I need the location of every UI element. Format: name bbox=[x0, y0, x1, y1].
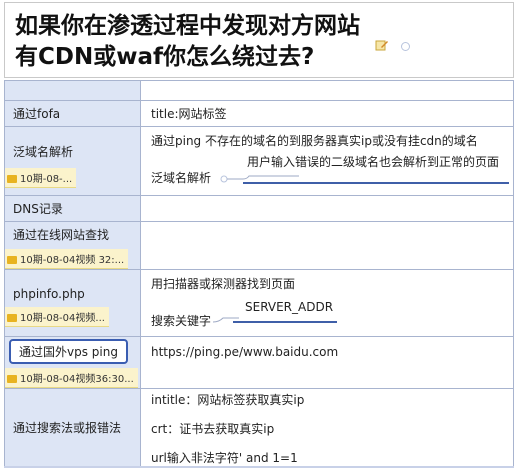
branch-connector bbox=[220, 175, 509, 184]
page-title: 如果你在渗透过程中发现对方网站 有CDN或waf你怎么绕过去? bbox=[15, 11, 360, 73]
table-row: 通过国外vps ping 10期-08-04视频36:30... https:/… bbox=[4, 336, 514, 389]
node-text[interactable]: 泛域名解析 bbox=[151, 169, 211, 186]
node-label[interactable]: 通过在线网站查找 bbox=[5, 226, 140, 243]
node-text[interactable]: intitle：网站标签获取真实ip bbox=[141, 391, 513, 408]
table-cell: https://ping.pe/www.baidu.com bbox=[140, 336, 514, 389]
bottom-divider bbox=[4, 466, 514, 468]
node-label[interactable]: phpinfo.php bbox=[5, 287, 140, 301]
node-text[interactable]: https://ping.pe/www.baidu.com bbox=[141, 345, 513, 359]
note-icon bbox=[7, 174, 17, 183]
note-text: 10期-08-04视频36:30... bbox=[20, 374, 134, 385]
table-cell: intitle：网站标签获取真实ip crt：证书去获取真实ip url输入非法… bbox=[140, 388, 514, 467]
node-label[interactable]: 通过搜索法或报错法 bbox=[5, 419, 140, 436]
node-text[interactable]: crt：证书去获取真实ip bbox=[141, 420, 513, 437]
note-icon bbox=[7, 256, 17, 264]
node-text[interactable]: 通过ping 不存在的域名的到服务器真实ip或没有挂cdn的域名 bbox=[141, 132, 478, 149]
node-label[interactable]: 通过国外vps ping bbox=[19, 345, 118, 359]
note-icon bbox=[7, 375, 17, 383]
table-cell bbox=[140, 195, 514, 222]
mindmap-table: 通过fofa title:网站标签 泛域名解析 10期-08-... 通过pin… bbox=[4, 80, 514, 467]
note-chip[interactable]: 10期-08-04视频36:30... bbox=[5, 368, 138, 388]
node-label[interactable]: 泛域名解析 bbox=[5, 143, 140, 160]
table-cell[interactable]: 泛域名解析 10期-08-... bbox=[4, 126, 141, 196]
node-text[interactable]: 用户输入错误的二级域名也会解析到正常的页面 bbox=[247, 153, 499, 170]
table-cell bbox=[4, 80, 141, 101]
title-line-1: 如果你在渗透过程中发现对方网站 bbox=[15, 13, 360, 39]
table-row: phpinfo.php 10期-08-04视频... 用扫描器或探测器找到页面 … bbox=[4, 269, 514, 337]
note-chip[interactable]: 10期-08-04视频 32:... bbox=[5, 249, 129, 269]
table-row: DNS记录 bbox=[4, 195, 514, 222]
table-cell[interactable]: DNS记录 bbox=[4, 195, 141, 222]
pencil-icon[interactable] bbox=[375, 38, 389, 52]
node-text[interactable]: 用扫描器或探测器找到页面 bbox=[141, 275, 295, 292]
collapse-circle-icon[interactable] bbox=[401, 42, 410, 51]
table-row: 通过在线网站查找 10期-08-04视频 32:... bbox=[4, 221, 514, 270]
table-cell[interactable]: 通过国外vps ping 10期-08-04视频36:30... bbox=[4, 336, 141, 389]
title-line-2: 有CDN或waf你怎么绕过去? bbox=[15, 44, 315, 70]
note-chip[interactable]: 10期-08-04视频... bbox=[5, 307, 109, 327]
table-cell[interactable]: 通过搜索法或报错法 bbox=[4, 388, 141, 467]
note-text: 10期-08-... bbox=[20, 173, 73, 185]
table-cell: title:网站标签 bbox=[140, 100, 514, 127]
node-label[interactable]: DNS记录 bbox=[5, 200, 140, 217]
table-cell[interactable]: 通过在线网站查找 10期-08-04视频 32:... bbox=[4, 221, 141, 270]
note-text: 10期-08-04视频 32:... bbox=[20, 255, 125, 266]
node-label[interactable]: 通过fofa bbox=[5, 105, 140, 122]
table-cell[interactable]: 通过fofa bbox=[4, 100, 141, 127]
node-text[interactable]: SERVER_ADDR bbox=[245, 300, 333, 314]
note-chip[interactable]: 10期-08-... bbox=[5, 167, 77, 188]
table-cell bbox=[140, 221, 514, 270]
table-cell: 通过ping 不存在的域名的到服务器真实ip或没有挂cdn的域名 泛域名解析 用… bbox=[140, 126, 514, 196]
table-cell: 用扫描器或探测器找到页面 搜索关键字 SERVER_ADDR bbox=[140, 269, 514, 337]
table-cell[interactable]: phpinfo.php 10期-08-04视频... bbox=[4, 269, 141, 337]
table-row: 通过搜索法或报错法 intitle：网站标签获取真实ip crt：证书去获取真实… bbox=[4, 388, 514, 467]
node-text[interactable]: title:网站标签 bbox=[141, 105, 513, 122]
node-text[interactable]: url输入非法字符' and 1=1 bbox=[141, 449, 513, 466]
table-cell bbox=[140, 80, 514, 101]
table-row bbox=[4, 80, 514, 101]
table-row: 通过fofa title:网站标签 bbox=[4, 100, 514, 127]
note-icon bbox=[7, 314, 17, 322]
node-text[interactable]: 搜索关键字 bbox=[151, 312, 211, 329]
table-row: 泛域名解析 10期-08-... 通过ping 不存在的域名的到服务器真实ip或… bbox=[4, 126, 514, 196]
selected-node[interactable]: 通过国外vps ping bbox=[9, 339, 128, 364]
note-text: 10期-08-04视频... bbox=[20, 313, 105, 324]
title-panel: 如果你在渗透过程中发现对方网站 有CDN或waf你怎么绕过去? bbox=[4, 2, 514, 78]
